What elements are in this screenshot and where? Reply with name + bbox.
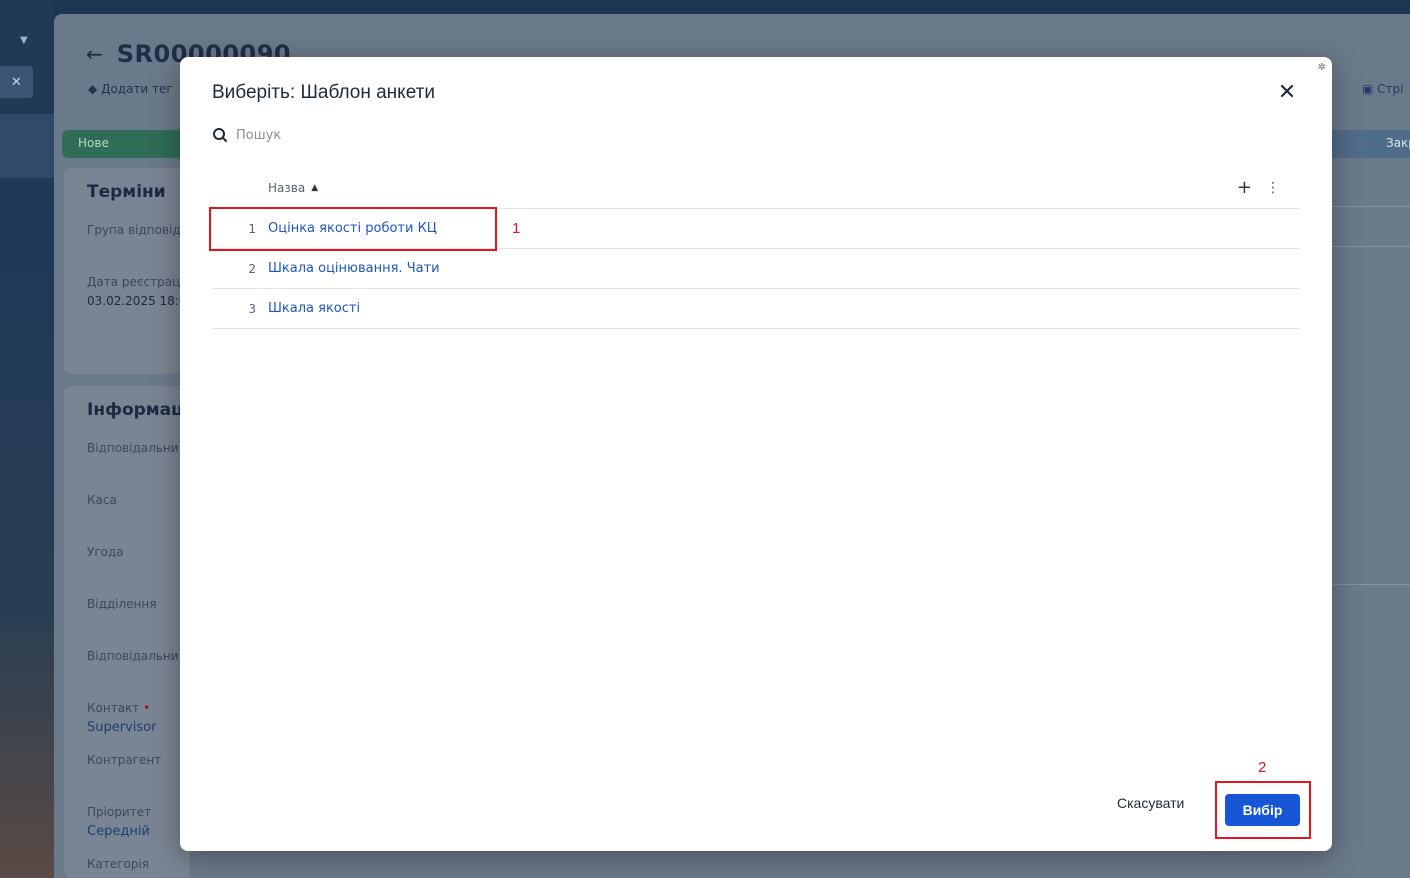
required-marker: • xyxy=(143,701,151,715)
tag-icon: ◆ xyxy=(88,82,98,96)
plus-icon[interactable]: + xyxy=(1237,179,1252,197)
field-label-priority: Пріоритет xyxy=(87,805,152,819)
stage-closed[interactable]: Закр xyxy=(1330,130,1410,158)
search-bar xyxy=(212,127,536,143)
section-terms-heading: Терміни xyxy=(87,182,166,202)
row-name-link[interactable]: Шкала якості xyxy=(268,301,360,316)
add-tag-label: Додати тег xyxy=(101,82,173,96)
field-label-responsible: Відповідальни xyxy=(87,441,179,455)
row-number: 3 xyxy=(248,302,256,316)
sort-ascending-icon: ▲ xyxy=(311,183,319,193)
field-label-responsible-2: Відповідальни xyxy=(87,649,179,663)
callout-box-1 xyxy=(209,207,497,251)
field-value-priority[interactable]: Середній xyxy=(87,824,150,839)
field-value-reg-date: 03.02.2025 18:0 xyxy=(87,294,187,308)
field-label-deal: Угода xyxy=(87,545,124,559)
list-header: Назва ▲ + ⋮ xyxy=(212,169,1300,209)
field-label-branch: Відділення xyxy=(87,597,157,611)
field-label-counterparty: Контрагент xyxy=(87,753,162,767)
row-number: 2 xyxy=(248,262,256,276)
field-label-cash: Каса xyxy=(87,493,117,507)
field-label-reg-date: Дата реєстрац xyxy=(87,275,181,289)
divider xyxy=(1332,584,1410,585)
gear-icon[interactable]: ✲ xyxy=(1318,62,1326,73)
more-vertical-icon[interactable]: ⋮ xyxy=(1266,179,1280,197)
field-label-contact: Контакт • xyxy=(87,701,150,715)
field-label-group: Група відповід xyxy=(87,223,181,237)
cancel-button[interactable]: Скасувати xyxy=(1117,795,1184,811)
table-row[interactable]: 3 Шкала якості xyxy=(212,289,1300,329)
table-row[interactable]: 2 Шкала оцінювання. Чати xyxy=(212,249,1300,289)
dialog-title: Виберіть: Шаблон анкети xyxy=(212,82,435,103)
add-tag-button[interactable]: ◆ Додати тег xyxy=(88,82,173,96)
divider xyxy=(1332,246,1410,247)
callout-label-1: 1 xyxy=(512,220,521,237)
back-arrow-icon[interactable]: ← xyxy=(86,42,103,66)
rail-band xyxy=(0,114,54,178)
field-label-category: Категорія xyxy=(87,857,150,871)
row-name-link[interactable]: Шкала оцінювання. Чати xyxy=(268,261,440,276)
column-header-name[interactable]: Назва ▲ xyxy=(268,181,318,195)
stage-new[interactable]: Нове xyxy=(62,130,192,158)
select-template-dialog: ✲ Виберіть: Шаблон анкети Назва ▲ + ⋮ 1 … xyxy=(180,57,1332,851)
field-value-contact[interactable]: Supervisor xyxy=(87,720,156,735)
search-icon xyxy=(213,128,227,142)
list-actions: + ⋮ xyxy=(1237,179,1280,197)
search-input[interactable] xyxy=(236,127,536,143)
chat-icon: ▣ xyxy=(1362,82,1374,96)
feed-label: Стрі xyxy=(1377,82,1404,96)
callout-label-2: 2 xyxy=(1258,759,1267,776)
feed-button[interactable]: ▣ Стрі xyxy=(1362,82,1404,96)
chevron-down-icon[interactable]: ▼ xyxy=(20,35,28,46)
column-name-label: Назва xyxy=(268,181,306,195)
close-icon[interactable]: ✕ xyxy=(0,66,33,98)
close-icon[interactable] xyxy=(1277,81,1297,101)
callout-box-2 xyxy=(1215,781,1311,839)
divider xyxy=(1332,206,1410,207)
left-rail: ▼ ✕ xyxy=(0,0,54,878)
contact-label-text: Контакт xyxy=(87,701,140,715)
